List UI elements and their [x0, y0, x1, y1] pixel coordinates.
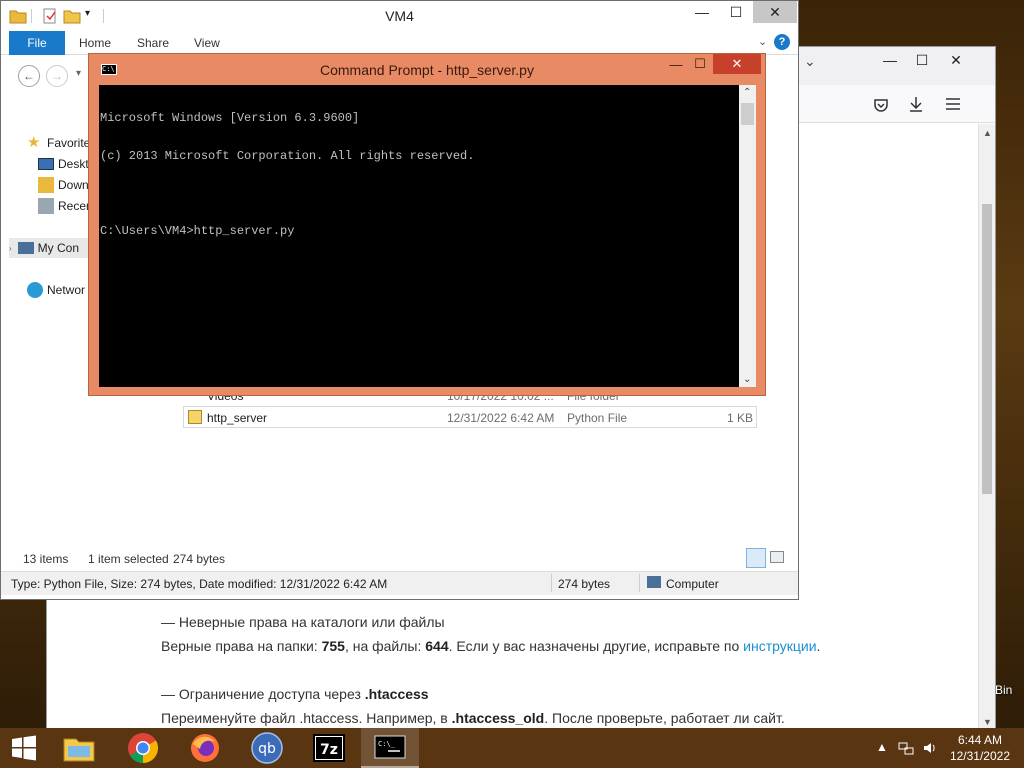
- help-icon[interactable]: ?: [774, 34, 790, 50]
- minimize-icon[interactable]: —: [685, 1, 719, 23]
- forward-icon[interactable]: →: [46, 65, 68, 87]
- svg-text:7z: 7z: [320, 742, 338, 758]
- scroll-down-icon[interactable]: ▼: [983, 717, 992, 727]
- command-prompt-window: C:\ Command Prompt - http_server.py — ☐ …: [88, 53, 766, 396]
- large-icons-view-icon[interactable]: [770, 551, 784, 563]
- console-line: C:\Users\VM4>http_server.py: [100, 223, 295, 238]
- taskbar-command-prompt[interactable]: C:\_: [361, 728, 419, 768]
- item1-text: Верные права на папки: 755, на файлы: 64…: [161, 638, 821, 654]
- item1-title: — Неверные права на каталоги или файлы: [161, 614, 445, 630]
- taskbar-7zip[interactable]: 7z: [300, 728, 358, 768]
- taskbar-file-explorer[interactable]: [50, 728, 108, 768]
- downloads-icon: [38, 177, 54, 193]
- firefox-icon: [191, 734, 219, 762]
- tab-share[interactable]: Share: [125, 31, 181, 55]
- sidebar-item-recent[interactable]: Recen: [38, 196, 93, 216]
- file-date: 12/31/2022 6:42 AM: [447, 411, 555, 425]
- chevron-down-icon[interactable]: ⌄: [804, 53, 816, 70]
- selection-count: 1 item selected: [88, 552, 169, 566]
- scrollbar-thumb[interactable]: [982, 204, 992, 494]
- back-icon[interactable]: ←: [18, 65, 40, 87]
- taskbar-qbittorrent[interactable]: qb: [238, 728, 296, 768]
- scrollbar-thumb[interactable]: [741, 103, 754, 125]
- instructions-link[interactable]: инструкции: [743, 638, 816, 654]
- svg-text:qb: qb: [258, 741, 276, 757]
- menu-icon[interactable]: [945, 97, 961, 111]
- python-file-icon: [188, 410, 202, 424]
- file-size: 1 KB: [726, 411, 753, 425]
- svg-text:C:\_: C:\_: [378, 740, 396, 748]
- sidebar-item-downloads[interactable]: Down: [38, 175, 89, 195]
- chrome-icon: [128, 733, 159, 763]
- details-view-icon[interactable]: [746, 548, 766, 568]
- cmd-scrollbar[interactable]: ⌃ ⌄: [739, 85, 756, 387]
- start-button[interactable]: [0, 728, 48, 768]
- scroll-down-icon[interactable]: ⌄: [743, 374, 751, 385]
- sidebar-item-desktop[interactable]: Deskt: [38, 154, 89, 174]
- show-hidden-icons-icon[interactable]: ▲: [876, 740, 888, 754]
- tab-file[interactable]: File: [9, 31, 65, 55]
- console-line: (c) 2013 Microsoft Corporation. All righ…: [100, 148, 475, 163]
- 7zip-icon: 7z: [313, 734, 345, 762]
- clock-time: 6:44 AM: [957, 733, 1002, 747]
- sidebar-item-favorites[interactable]: ★ Favorite: [27, 133, 90, 153]
- recent-locations-icon[interactable]: ▾: [76, 68, 81, 79]
- scroll-up-icon[interactable]: ▲: [983, 128, 992, 138]
- tab-home[interactable]: Home: [67, 31, 123, 55]
- details-info: Type: Python File, Size: 274 bytes, Date…: [11, 577, 388, 591]
- console-output[interactable]: Microsoft Windows [Version 6.3.9600] (c)…: [99, 85, 746, 387]
- pocket-icon[interactable]: [873, 97, 889, 113]
- scroll-up-icon[interactable]: ⌃: [743, 87, 751, 98]
- chevron-right-icon[interactable]: ›: [9, 244, 12, 253]
- network-tray-icon[interactable]: [898, 740, 914, 756]
- article-text: — Неверные права на каталоги или файлы В…: [161, 610, 921, 730]
- maximize-icon[interactable]: ☐: [689, 54, 711, 74]
- selection-size: 274 bytes: [173, 552, 226, 566]
- taskbar-chrome[interactable]: [114, 728, 172, 768]
- file-row[interactable]: http_server 12/31/2022 6:42 AM Python Fi…: [183, 406, 757, 428]
- status-bar: 13 items 1 item selected 274 bytes: [1, 546, 798, 570]
- tab-view[interactable]: View: [182, 31, 232, 55]
- details-size: 274 bytes: [558, 577, 611, 591]
- item-count: 13 items: [23, 552, 69, 566]
- close-icon[interactable]: ✕: [939, 47, 973, 73]
- qbittorrent-icon: qb: [251, 732, 283, 764]
- explorer-title: VM4: [385, 8, 414, 24]
- network-icon: [27, 282, 43, 298]
- file-type: Python File: [567, 411, 628, 425]
- command-prompt-icon: C:\_: [374, 735, 406, 759]
- recent-places-icon: [38, 198, 54, 214]
- browser-scrollbar[interactable]: ▲ ▼: [978, 124, 995, 729]
- star-icon: ★: [27, 134, 41, 151]
- taskbar-firefox[interactable]: [176, 728, 234, 768]
- clock-date: 12/31/2022: [949, 749, 1010, 763]
- close-icon[interactable]: ✕: [753, 1, 797, 23]
- maximize-icon[interactable]: ☐: [719, 1, 753, 23]
- computer-icon: [17, 242, 34, 254]
- computer-icon: [647, 576, 661, 588]
- item2-title: — Ограничение доступа через .htaccess: [161, 686, 429, 702]
- windows-logo-icon: [12, 735, 36, 761]
- details-bar: Type: Python File, Size: 274 bytes, Date…: [1, 571, 798, 595]
- ribbon: File Home Share View ⌄ ?: [1, 31, 798, 55]
- close-icon[interactable]: ✕: [713, 54, 761, 74]
- details-location: Computer: [666, 577, 719, 591]
- system-clock[interactable]: 6:44 AM 12/31/2022: [950, 732, 1010, 764]
- desktop-icon: [38, 158, 54, 170]
- console-line: Microsoft Windows [Version 6.3.9600]: [100, 111, 360, 125]
- file-name: http_server: [207, 411, 268, 425]
- expand-ribbon-icon[interactable]: ⌄: [758, 35, 767, 48]
- item2-text: Переименуйте файл .htaccess. Например, в…: [161, 710, 785, 726]
- volume-icon[interactable]: [922, 740, 938, 756]
- download-icon[interactable]: [908, 96, 924, 112]
- maximize-icon[interactable]: ☐: [905, 47, 939, 73]
- minimize-icon[interactable]: —: [661, 54, 691, 74]
- file-explorer-icon: [63, 738, 95, 762]
- taskbar: qb 7z C:\_ ▲ 6:44 AM 12/31/2022: [0, 728, 1024, 768]
- minimize-icon[interactable]: —: [873, 47, 907, 73]
- sidebar-item-network[interactable]: Networ: [27, 280, 85, 300]
- explorer-titlebar: ▾ VM4 — ☐ ✕: [1, 1, 798, 31]
